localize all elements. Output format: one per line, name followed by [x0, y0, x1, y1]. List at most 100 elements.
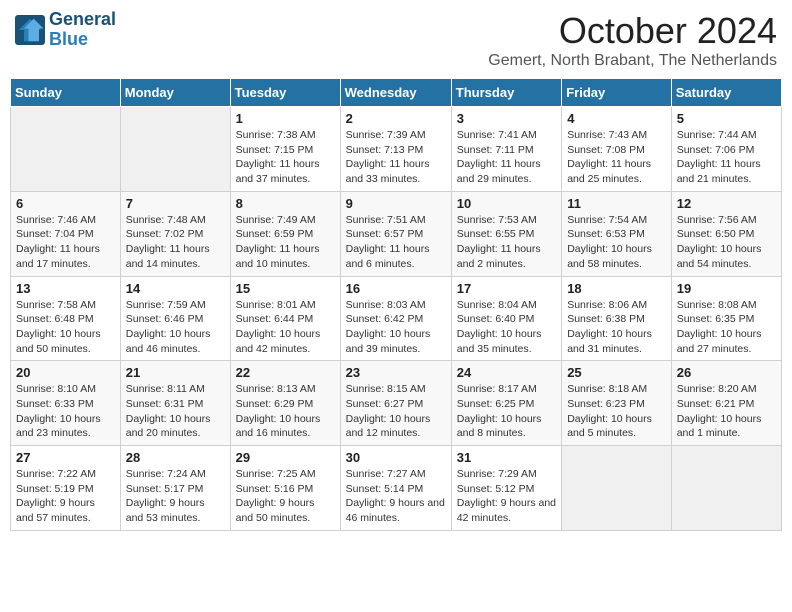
- day-detail: Sunrise: 7:58 AMSunset: 6:48 PMDaylight:…: [16, 298, 115, 357]
- day-number: 5: [677, 111, 776, 126]
- logo-icon: [15, 15, 45, 45]
- calendar-cell: 19Sunrise: 8:08 AMSunset: 6:35 PMDayligh…: [671, 276, 781, 361]
- day-number: 24: [457, 365, 556, 380]
- weekday-header-thursday: Thursday: [451, 79, 561, 107]
- calendar-cell: 7 Sunrise: 7:48 AMSunset: 7:02 PMDaylight…: [120, 191, 230, 276]
- day-detail: Sunrise: 8:20 AMSunset: 6:21 PMDaylight:…: [677, 382, 776, 441]
- calendar-cell: [11, 107, 121, 192]
- logo-text: General Blue: [49, 10, 116, 50]
- calendar-cell: 22 Sunrise: 8:13 AMSunset: 6:29 PMDayligh…: [230, 361, 340, 446]
- day-number: 12: [677, 196, 776, 211]
- calendar-cell: 5Sunrise: 7:44 AMSunset: 7:06 PMDaylight…: [671, 107, 781, 192]
- day-detail: Sunrise: 7:25 AMSunset: 5:16 PMDaylight:…: [236, 467, 335, 526]
- day-detail: Sunrise: 7:59 AMSunset: 6:46 PMDaylight:…: [126, 298, 225, 357]
- day-number: 2: [346, 111, 446, 126]
- title-area: October 2024 Gemert, North Brabant, The …: [488, 10, 777, 70]
- day-number: 21: [126, 365, 225, 380]
- location: Gemert, North Brabant, The Netherlands: [488, 52, 777, 70]
- calendar-cell: 26 Sunrise: 8:20 AMSunset: 6:21 PMDayligh…: [671, 361, 781, 446]
- calendar-table: SundayMondayTuesdayWednesdayThursdayFrid…: [10, 78, 782, 531]
- day-detail: Sunrise: 7:54 AMSunset: 6:53 PMDaylight:…: [567, 213, 666, 272]
- weekday-header-monday: Monday: [120, 79, 230, 107]
- calendar-cell: 28 Sunrise: 7:24 AMSunset: 5:17 PMDayligh…: [120, 446, 230, 531]
- day-detail: Sunrise: 7:24 AMSunset: 5:17 PMDaylight:…: [126, 467, 225, 526]
- day-detail: Sunrise: 7:22 AMSunset: 5:19 PMDaylight:…: [16, 467, 115, 526]
- day-detail: Sunrise: 8:01 AMSunset: 6:44 PMDaylight:…: [236, 298, 335, 357]
- calendar-cell: [671, 446, 781, 531]
- day-number: 7: [126, 196, 225, 211]
- calendar-cell: 17 Sunrise: 8:04 AMSunset: 6:40 PMDayligh…: [451, 276, 561, 361]
- day-detail: Sunrise: 8:11 AMSunset: 6:31 PMDaylight:…: [126, 382, 225, 441]
- day-detail: Sunrise: 8:03 AMSunset: 6:42 PMDaylight:…: [346, 298, 446, 357]
- day-number: 27: [16, 450, 115, 465]
- day-number: 30: [346, 450, 446, 465]
- month-title: October 2024: [488, 10, 777, 52]
- calendar-week-1: 1Sunrise: 7:38 AMSunset: 7:15 PMDaylight…: [11, 107, 782, 192]
- calendar-week-3: 13 Sunrise: 7:58 AMSunset: 6:48 PMDayligh…: [11, 276, 782, 361]
- day-detail: Sunrise: 8:10 AMSunset: 6:33 PMDaylight:…: [16, 382, 115, 441]
- calendar-cell: 4 Sunrise: 7:43 AMSunset: 7:08 PMDaylight…: [562, 107, 672, 192]
- day-number: 15: [236, 281, 335, 296]
- weekday-header-wednesday: Wednesday: [340, 79, 451, 107]
- calendar-cell: 12 Sunrise: 7:56 AMSunset: 6:50 PMDayligh…: [671, 191, 781, 276]
- day-detail: Sunrise: 8:13 AMSunset: 6:29 PMDaylight:…: [236, 382, 335, 441]
- day-number: 16: [346, 281, 446, 296]
- day-number: 3: [457, 111, 556, 126]
- day-number: 29: [236, 450, 335, 465]
- calendar-cell: 11 Sunrise: 7:54 AMSunset: 6:53 PMDayligh…: [562, 191, 672, 276]
- calendar-cell: 2 Sunrise: 7:39 AMSunset: 7:13 PMDaylight…: [340, 107, 451, 192]
- day-detail: Sunrise: 8:17 AMSunset: 6:25 PMDaylight:…: [457, 382, 556, 441]
- calendar-header-row: SundayMondayTuesdayWednesdayThursdayFrid…: [11, 79, 782, 107]
- calendar-cell: 3 Sunrise: 7:41 AMSunset: 7:11 PMDaylight…: [451, 107, 561, 192]
- day-detail: Sunrise: 7:48 AMSunset: 7:02 PMDaylight:…: [126, 213, 225, 272]
- calendar-cell: 18 Sunrise: 8:06 AMSunset: 6:38 PMDayligh…: [562, 276, 672, 361]
- day-number: 4: [567, 111, 666, 126]
- calendar-cell: 31Sunrise: 7:29 AMSunset: 5:12 PMDayligh…: [451, 446, 561, 531]
- day-number: 13: [16, 281, 115, 296]
- calendar-cell: 13 Sunrise: 7:58 AMSunset: 6:48 PMDayligh…: [11, 276, 121, 361]
- day-detail: Sunrise: 8:04 AMSunset: 6:40 PMDaylight:…: [457, 298, 556, 357]
- calendar-cell: 6Sunrise: 7:46 AMSunset: 7:04 PMDaylight…: [11, 191, 121, 276]
- calendar-cell: 23Sunrise: 8:15 AMSunset: 6:27 PMDayligh…: [340, 361, 451, 446]
- calendar-cell: 15 Sunrise: 8:01 AMSunset: 6:44 PMDayligh…: [230, 276, 340, 361]
- calendar-cell: 9 Sunrise: 7:51 AMSunset: 6:57 PMDaylight…: [340, 191, 451, 276]
- day-detail: Sunrise: 7:41 AMSunset: 7:11 PMDaylight:…: [457, 128, 556, 187]
- calendar-week-4: 20 Sunrise: 8:10 AMSunset: 6:33 PMDayligh…: [11, 361, 782, 446]
- day-number: 28: [126, 450, 225, 465]
- calendar-cell: 29 Sunrise: 7:25 AMSunset: 5:16 PMDayligh…: [230, 446, 340, 531]
- day-number: 14: [126, 281, 225, 296]
- day-number: 26: [677, 365, 776, 380]
- day-number: 17: [457, 281, 556, 296]
- weekday-header-sunday: Sunday: [11, 79, 121, 107]
- day-detail: Sunrise: 8:15 AMSunset: 6:27 PMDaylight:…: [346, 382, 446, 441]
- day-number: 18: [567, 281, 666, 296]
- calendar-cell: [120, 107, 230, 192]
- calendar-cell: 1Sunrise: 7:38 AMSunset: 7:15 PMDaylight…: [230, 107, 340, 192]
- day-detail: Sunrise: 7:43 AMSunset: 7:08 PMDaylight:…: [567, 128, 666, 187]
- day-number: 22: [236, 365, 335, 380]
- day-detail: Sunrise: 7:51 AMSunset: 6:57 PMDaylight:…: [346, 213, 446, 272]
- weekday-header-friday: Friday: [562, 79, 672, 107]
- page-header: General Blue October 2024 Gemert, North …: [10, 10, 782, 70]
- calendar-cell: 27 Sunrise: 7:22 AMSunset: 5:19 PMDayligh…: [11, 446, 121, 531]
- calendar-week-5: 27 Sunrise: 7:22 AMSunset: 5:19 PMDayligh…: [11, 446, 782, 531]
- calendar-week-2: 6Sunrise: 7:46 AMSunset: 7:04 PMDaylight…: [11, 191, 782, 276]
- day-detail: Sunrise: 7:38 AMSunset: 7:15 PMDaylight:…: [236, 128, 335, 187]
- calendar-cell: 25 Sunrise: 8:18 AMSunset: 6:23 PMDayligh…: [562, 361, 672, 446]
- day-detail: Sunrise: 8:06 AMSunset: 6:38 PMDaylight:…: [567, 298, 666, 357]
- day-number: 25: [567, 365, 666, 380]
- calendar-cell: 20 Sunrise: 8:10 AMSunset: 6:33 PMDayligh…: [11, 361, 121, 446]
- day-number: 19: [677, 281, 776, 296]
- day-detail: Sunrise: 7:39 AMSunset: 7:13 PMDaylight:…: [346, 128, 446, 187]
- day-detail: Sunrise: 8:18 AMSunset: 6:23 PMDaylight:…: [567, 382, 666, 441]
- day-number: 6: [16, 196, 115, 211]
- day-number: 9: [346, 196, 446, 211]
- day-number: 10: [457, 196, 556, 211]
- day-number: 20: [16, 365, 115, 380]
- calendar-cell: 8Sunrise: 7:49 AMSunset: 6:59 PMDaylight…: [230, 191, 340, 276]
- day-number: 11: [567, 196, 666, 211]
- calendar-cell: 14 Sunrise: 7:59 AMSunset: 6:46 PMDayligh…: [120, 276, 230, 361]
- calendar-cell: 16 Sunrise: 8:03 AMSunset: 6:42 PMDayligh…: [340, 276, 451, 361]
- day-detail: Sunrise: 7:56 AMSunset: 6:50 PMDaylight:…: [677, 213, 776, 272]
- weekday-header-saturday: Saturday: [671, 79, 781, 107]
